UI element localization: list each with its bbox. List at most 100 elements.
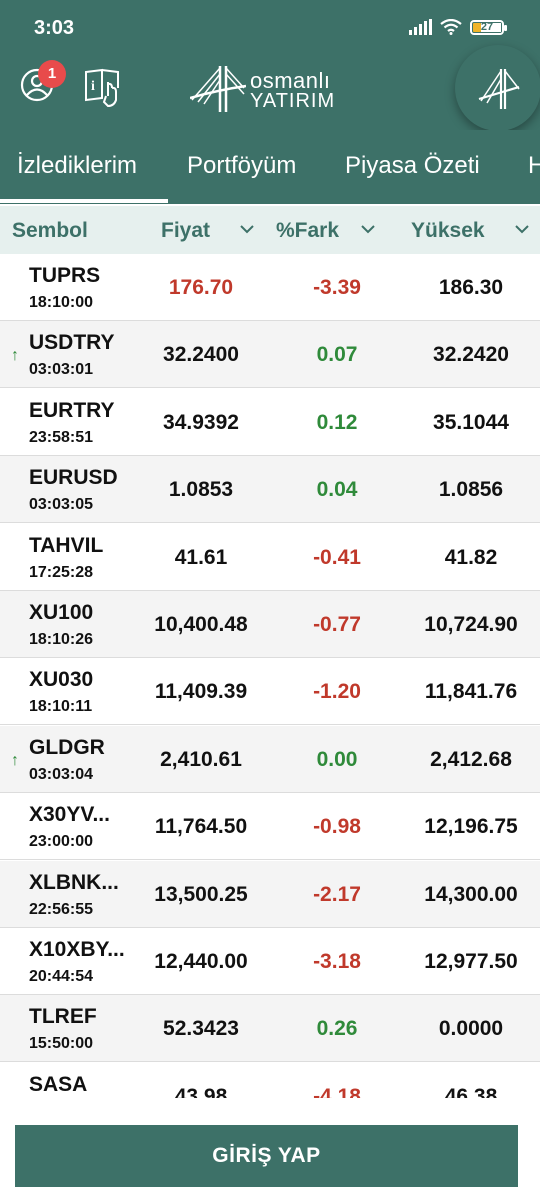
chevron-down-icon[interactable] (361, 222, 375, 236)
tab-bar: İzlediklerim Portföyüm Piyasa Özeti H (0, 130, 540, 204)
column-header-symbol[interactable]: Sembol (12, 219, 88, 243)
table-row[interactable]: EURTRY 23:58:51 34.9392 0.12 35.1044 (0, 388, 540, 456)
up-arrow-icon: ↑ (11, 751, 19, 769)
high-value: 2,412.68 (430, 747, 512, 771)
high-value: 32.2420 (433, 343, 509, 367)
table-row[interactable]: EURUSD 03:03:05 1.0853 0.04 1.0856 (0, 456, 540, 524)
symbol-name: TAHVIL (29, 533, 104, 557)
table-row[interactable]: XU100 18:10:26 10,400.48 -0.77 10,724.90 (0, 591, 540, 658)
table-row[interactable]: X30YV... 23:00:00 11,764.50 -0.98 12,196.75 (0, 793, 540, 861)
high-value: 46.38 (444, 1084, 498, 1098)
symbol-name: XLBNK... (29, 870, 119, 894)
tab-next[interactable]: H (528, 152, 540, 180)
battery-level: 27 (480, 20, 494, 33)
status-time: 3:03 (34, 17, 75, 39)
symbol-name: XU100 (29, 601, 94, 624)
update-time: 03:03:05 (29, 496, 94, 514)
change-percent: -2.17 (313, 882, 361, 906)
symbol-name: USDTRY (29, 331, 115, 355)
high-value: 11,841.76 (424, 680, 518, 704)
table-row[interactable]: ↑ GLDGR 03:03:04 2,410.61 0.00 2,412.68 (0, 725, 540, 793)
update-time: 23:00:00 (29, 833, 94, 851)
high-value: 12,977.50 (424, 950, 518, 973)
up-arrow-icon: ↑ (11, 347, 19, 365)
bridge-menu-button[interactable] (455, 45, 540, 131)
column-header-price[interactable]: Fiyat (161, 219, 210, 243)
update-time: 23:58:51 (29, 428, 94, 446)
table-header: Sembol Fiyat %Fark Yüksek (0, 206, 540, 254)
symbol-name: X10XBY... (29, 938, 125, 961)
price-value: 43.98 (174, 1084, 228, 1098)
chevron-down-icon[interactable] (515, 222, 529, 236)
price-value: 2,410.61 (160, 747, 242, 771)
update-time: 03:03:01 (29, 361, 94, 379)
tab-watchlist[interactable]: İzlediklerim (17, 152, 137, 180)
chevron-down-icon[interactable] (240, 222, 254, 236)
tab-market-summary[interactable]: Piyasa Özeti (345, 152, 480, 180)
watchlist-table: TUPRS 18:10:00 176.70 -3.39 186.30 ↑ USDTRY 03:… (0, 254, 540, 1098)
signal-icon (409, 19, 432, 35)
high-value: 186.30 (438, 276, 504, 299)
high-value: 10,724.90 (424, 613, 518, 636)
table-row[interactable]: ↑ USDTRY 03:03:01 32.2400 0.07 32.2420 (0, 321, 540, 389)
wifi-icon (440, 19, 462, 35)
status-icons: 27 (409, 19, 507, 35)
table-row[interactable]: SASA 43.98 -4.18 46.38 (0, 1062, 540, 1098)
battery-icon: 27 (470, 19, 507, 35)
update-time: 18:10:26 (29, 631, 94, 648)
high-value: 35.1044 (433, 410, 509, 434)
column-header-change[interactable]: %Fark (276, 219, 339, 243)
price-value: 41.61 (174, 545, 228, 569)
notification-badge[interactable]: 1 (38, 60, 66, 88)
price-value: 13,500.25 (154, 882, 248, 906)
change-percent: -4.18 (313, 1084, 361, 1098)
change-percent: 0.07 (316, 343, 358, 367)
price-value: 34.9392 (163, 410, 239, 434)
logo-text-yatirim: YATIRIM (250, 90, 336, 112)
update-time: 03:03:04 (29, 765, 94, 783)
bridge-logo-icon (189, 66, 247, 112)
table-row[interactable]: XU030 18:10:11 11,409.39 -1.20 11,841.76 (0, 658, 540, 726)
brand-logo: osmanlı YATIRIM (189, 64, 350, 114)
change-percent: 0.00 (316, 747, 358, 771)
change-percent: -3.39 (313, 276, 361, 299)
svg-text:i: i (91, 79, 95, 94)
update-time: 20:44:54 (29, 968, 94, 985)
price-value: 11,764.50 (154, 815, 248, 839)
change-percent: -0.77 (313, 613, 361, 636)
symbol-name: TLREF (29, 1005, 97, 1029)
update-time: 18:10:00 (29, 294, 94, 311)
change-percent: -0.41 (313, 545, 361, 569)
high-value: 41.82 (444, 545, 498, 569)
price-value: 12,440.00 (154, 950, 248, 973)
symbol-name: XU030 (29, 668, 94, 692)
table-row[interactable]: TAHVIL 17:25:28 41.61 -0.41 41.82 (0, 523, 540, 591)
change-percent: 0.12 (316, 410, 358, 434)
high-value: 14,300.00 (424, 882, 518, 906)
update-time: 15:50:00 (29, 1035, 94, 1053)
symbol-name: TUPRS (29, 264, 101, 287)
price-value: 176.70 (168, 276, 234, 299)
guide-book-icon[interactable]: i (84, 66, 124, 108)
symbol-name: X30YV... (29, 803, 110, 827)
table-row[interactable]: XLBNK... 22:56:55 13,500.25 -2.17 14,300.00 (0, 860, 540, 928)
login-button[interactable]: GİRİŞ YAP (15, 1125, 518, 1187)
high-value: 12,196.75 (424, 815, 518, 839)
column-header-high[interactable]: Yüksek (411, 219, 485, 243)
symbol-name: EURTRY (29, 398, 115, 422)
symbol-name: SASA (29, 1072, 88, 1096)
table-row[interactable]: TUPRS 18:10:00 176.70 -3.39 186.30 (0, 254, 540, 321)
tab-portfolio[interactable]: Portföyüm (187, 152, 296, 180)
change-percent: -3.18 (313, 950, 361, 973)
table-row[interactable]: X10XBY... 20:44:54 12,440.00 -3.18 12,977.50 (0, 928, 540, 995)
active-tab-indicator (0, 199, 168, 203)
table-row[interactable]: TLREF 15:50:00 52.3423 0.26 0.0000 (0, 995, 540, 1063)
price-value: 32.2400 (163, 343, 239, 367)
bridge-icon (478, 69, 520, 109)
update-time: 18:10:11 (29, 698, 93, 716)
app-header: 3:03 27 1 i osmanlı YATIRIM (0, 0, 540, 131)
update-time: 17:25:28 (29, 563, 94, 581)
change-percent: 0.26 (316, 1017, 358, 1041)
update-time: 22:56:55 (29, 900, 94, 918)
price-value: 1.0853 (168, 478, 234, 502)
